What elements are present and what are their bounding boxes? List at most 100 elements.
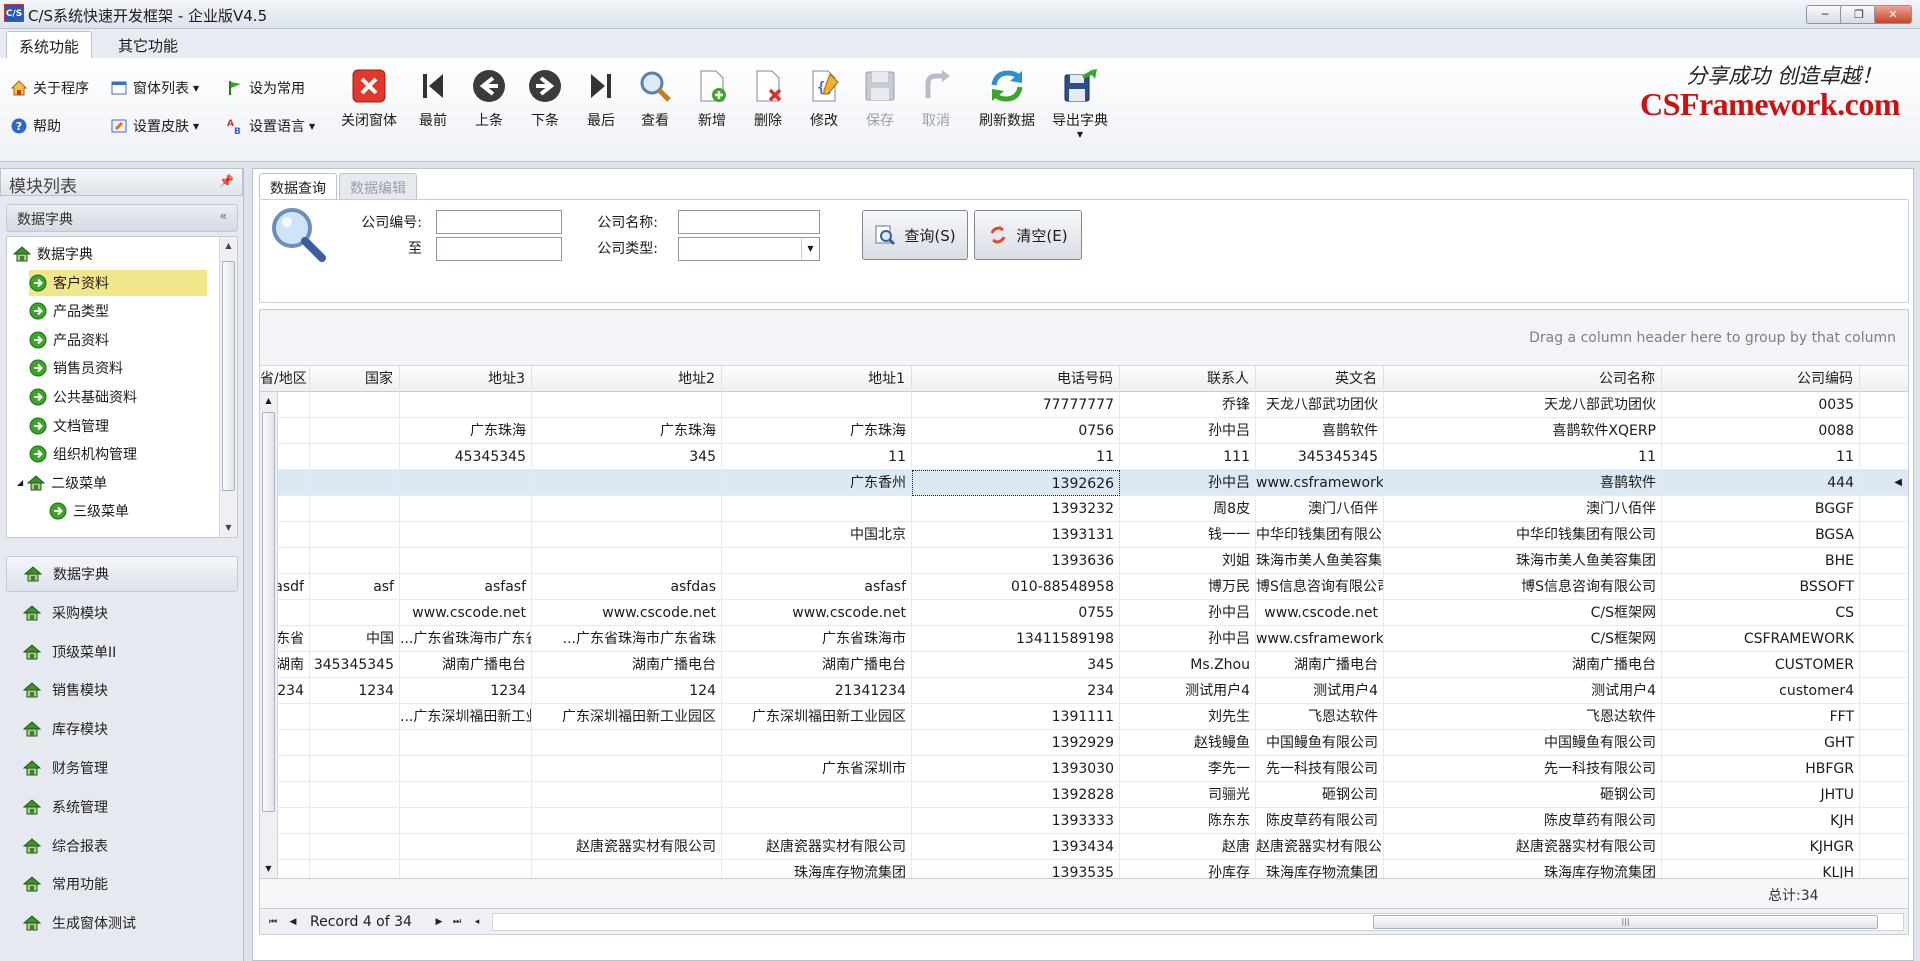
table-cell[interactable]: 11 bbox=[1662, 444, 1860, 470]
tree-item[interactable]: 产品类型 bbox=[29, 298, 109, 324]
table-cell[interactable]: 21341234 bbox=[722, 678, 912, 704]
table-row[interactable]: 1392828 司骊光 砸钢公司 砸钢公司 JHTU bbox=[260, 782, 1908, 808]
help-button[interactable]: ? 帮助 bbox=[10, 114, 61, 138]
module-nav-item[interactable]: 库存模块 bbox=[6, 711, 238, 747]
table-cell[interactable]: 喜鹊软件 bbox=[1384, 470, 1662, 496]
table-cell[interactable]: 澳门八佰伴 bbox=[1384, 496, 1662, 522]
next-record-button[interactable]: 下条 bbox=[516, 66, 574, 130]
table-cell[interactable]: www.cscode.net bbox=[1256, 600, 1384, 626]
table-cell[interactable]: 1393434 bbox=[912, 834, 1120, 860]
table-cell[interactable]: C/S框架网 bbox=[1384, 600, 1662, 626]
column-header[interactable]: 国家 bbox=[310, 366, 400, 392]
table-cell[interactable] bbox=[400, 808, 532, 834]
cancel-button[interactable]: 取消 bbox=[907, 66, 965, 130]
table-row[interactable]: 1393333 陈东东 陈皮草药有限公司 陈皮草药有限公司 KJH bbox=[260, 808, 1908, 834]
column-header[interactable]: 公司编码 bbox=[1662, 366, 1860, 392]
table-row[interactable]: 45345345 345 11 11 111 345345345 11 11 bbox=[260, 444, 1908, 470]
table-cell[interactable]: 喜鹊软件 bbox=[1256, 418, 1384, 444]
module-nav-item[interactable]: 常用功能 bbox=[6, 866, 238, 902]
table-cell[interactable] bbox=[400, 730, 532, 756]
tree-item[interactable]: 组织机构管理 bbox=[29, 441, 137, 467]
table-cell[interactable]: C/S框架网 bbox=[1384, 626, 1662, 652]
table-cell[interactable]: 李先一 bbox=[1120, 756, 1256, 782]
table-cell[interactable]: 345345345 bbox=[310, 652, 400, 678]
table-row[interactable]: 1393636 刘姐 珠海市美人鱼美容集团 珠海市美人鱼美容集团 BHE bbox=[260, 548, 1908, 574]
table-cell[interactable] bbox=[532, 808, 722, 834]
table-cell[interactable]: 广东珠海 bbox=[400, 418, 532, 444]
table-cell[interactable]: 陈皮草药有限公司 bbox=[1256, 808, 1384, 834]
module-nav-item[interactable]: 顶级菜单II bbox=[6, 634, 238, 670]
tree-item[interactable]: ◢ 二级菜单 bbox=[17, 470, 107, 496]
set-skin-button[interactable]: 设置皮肤 ▼ bbox=[110, 114, 199, 138]
table-cell[interactable] bbox=[310, 470, 400, 496]
nav-last-icon[interactable]: ⏭ bbox=[450, 915, 464, 929]
table-cell[interactable] bbox=[532, 860, 722, 878]
save-button[interactable]: 保存 bbox=[851, 66, 909, 130]
group-by-panel[interactable]: Drag a column header here to group by th… bbox=[260, 310, 1908, 366]
table-cell[interactable] bbox=[310, 704, 400, 730]
close-button[interactable]: ✕ bbox=[1874, 5, 1912, 24]
table-row[interactable]: 77777777 乔锋 天龙八部武功团伙 天龙八部武功团伙 0035 bbox=[260, 392, 1908, 418]
column-header[interactable]: 地址3 bbox=[400, 366, 532, 392]
scroll-up-icon[interactable]: ▲ bbox=[220, 237, 237, 255]
table-row[interactable]: 1393232 周8皮 澳门八佰伴 澳门八佰伴 BGGF bbox=[260, 496, 1908, 522]
table-cell[interactable]: GHT bbox=[1662, 730, 1860, 756]
table-cell[interactable]: 珠海库存物流集团 bbox=[1384, 860, 1662, 878]
tree-item[interactable]: 公共基础资料 bbox=[29, 384, 137, 410]
table-cell[interactable]: 先一科技有限公司 bbox=[1384, 756, 1662, 782]
tree-scroll-thumb[interactable] bbox=[222, 261, 235, 491]
table-cell[interactable] bbox=[722, 782, 912, 808]
table-cell[interactable]: 孙库存 bbox=[1120, 860, 1256, 878]
table-cell[interactable] bbox=[310, 392, 400, 418]
table-row[interactable]: 广东省深圳市 1393030 李先一 先一科技有限公司 先一科技有限公司 HBFGR bbox=[260, 756, 1908, 782]
table-cell[interactable] bbox=[532, 730, 722, 756]
tree-item[interactable]: 销售员资料 bbox=[29, 355, 123, 381]
table-cell[interactable]: 赵唐瓷器实材有限公司 bbox=[1384, 834, 1662, 860]
table-cell[interactable]: 湖南广播电台 bbox=[400, 652, 532, 678]
table-cell[interactable]: 广东省深圳市 bbox=[722, 756, 912, 782]
table-cell[interactable]: 广东深圳福田新工业园区 bbox=[532, 704, 722, 730]
module-group-header[interactable]: 数据字典 « bbox=[6, 204, 238, 232]
table-cell[interactable] bbox=[722, 496, 912, 522]
table-cell[interactable]: 广东省珠海市 bbox=[722, 626, 912, 652]
table-cell[interactable]: 飞恩达软件 bbox=[1256, 704, 1384, 730]
tree-item[interactable]: 文档管理 bbox=[29, 413, 109, 439]
table-cell[interactable]: 司骊光 bbox=[1120, 782, 1256, 808]
view-button[interactable]: 查看 bbox=[626, 66, 684, 130]
tab-system-functions[interactable]: 系统功能 bbox=[6, 31, 93, 58]
chevron-down-icon[interactable]: ▼ bbox=[801, 238, 819, 260]
table-cell[interactable]: 博S信息咨询有限公司 bbox=[1384, 574, 1662, 600]
column-header[interactable]: 电话号码 bbox=[912, 366, 1120, 392]
table-cell[interactable]: JHTU bbox=[1662, 782, 1860, 808]
table-cell[interactable]: 1393030 bbox=[912, 756, 1120, 782]
table-cell[interactable]: 111 bbox=[1120, 444, 1256, 470]
previous-record-button[interactable]: 上条 bbox=[460, 66, 518, 130]
edit-button[interactable]: {} 修改 bbox=[795, 66, 853, 130]
table-cell[interactable]: Ms.Zhou bbox=[1120, 652, 1256, 678]
table-cell[interactable]: www.csframework.com bbox=[1256, 626, 1384, 652]
table-cell[interactable]: CSFRAMEWORK bbox=[1662, 626, 1860, 652]
module-nav-item[interactable]: 财务管理 bbox=[6, 750, 238, 786]
set-favorite-button[interactable]: 设为常用 bbox=[226, 76, 305, 100]
table-cell[interactable]: 钱一一 bbox=[1120, 522, 1256, 548]
table-cell[interactable]: 湖南广播电台 bbox=[722, 652, 912, 678]
table-cell[interactable] bbox=[532, 756, 722, 782]
table-cell[interactable]: 0035 bbox=[1662, 392, 1860, 418]
table-cell[interactable]: 澳门八佰伴 bbox=[1256, 496, 1384, 522]
table-cell[interactable]: 测试用户4 bbox=[1384, 678, 1662, 704]
grid-horizontal-scrollbar[interactable]: ||| bbox=[492, 913, 1904, 931]
table-cell[interactable]: 测试用户4 bbox=[1256, 678, 1384, 704]
tab-data-edit[interactable]: 数据编辑 bbox=[339, 173, 417, 199]
restore-button[interactable]: ❐ bbox=[1840, 5, 1878, 24]
table-cell[interactable]: KLJH bbox=[1662, 860, 1860, 878]
column-header[interactable]: 省/地区 bbox=[260, 366, 310, 392]
search-button[interactable]: 查询(S) bbox=[862, 210, 968, 260]
table-cell[interactable]: 中华印钱集团有限公司 bbox=[1384, 522, 1662, 548]
table-cell[interactable]: 1391111 bbox=[912, 704, 1120, 730]
table-cell[interactable] bbox=[310, 782, 400, 808]
add-button[interactable]: 新增 bbox=[683, 66, 741, 130]
table-cell[interactable]: 砸钢公司 bbox=[1384, 782, 1662, 808]
table-cell[interactable] bbox=[400, 834, 532, 860]
table-cell[interactable]: 湖南广播电台 bbox=[1384, 652, 1662, 678]
table-cell[interactable]: 1393131 bbox=[912, 522, 1120, 548]
